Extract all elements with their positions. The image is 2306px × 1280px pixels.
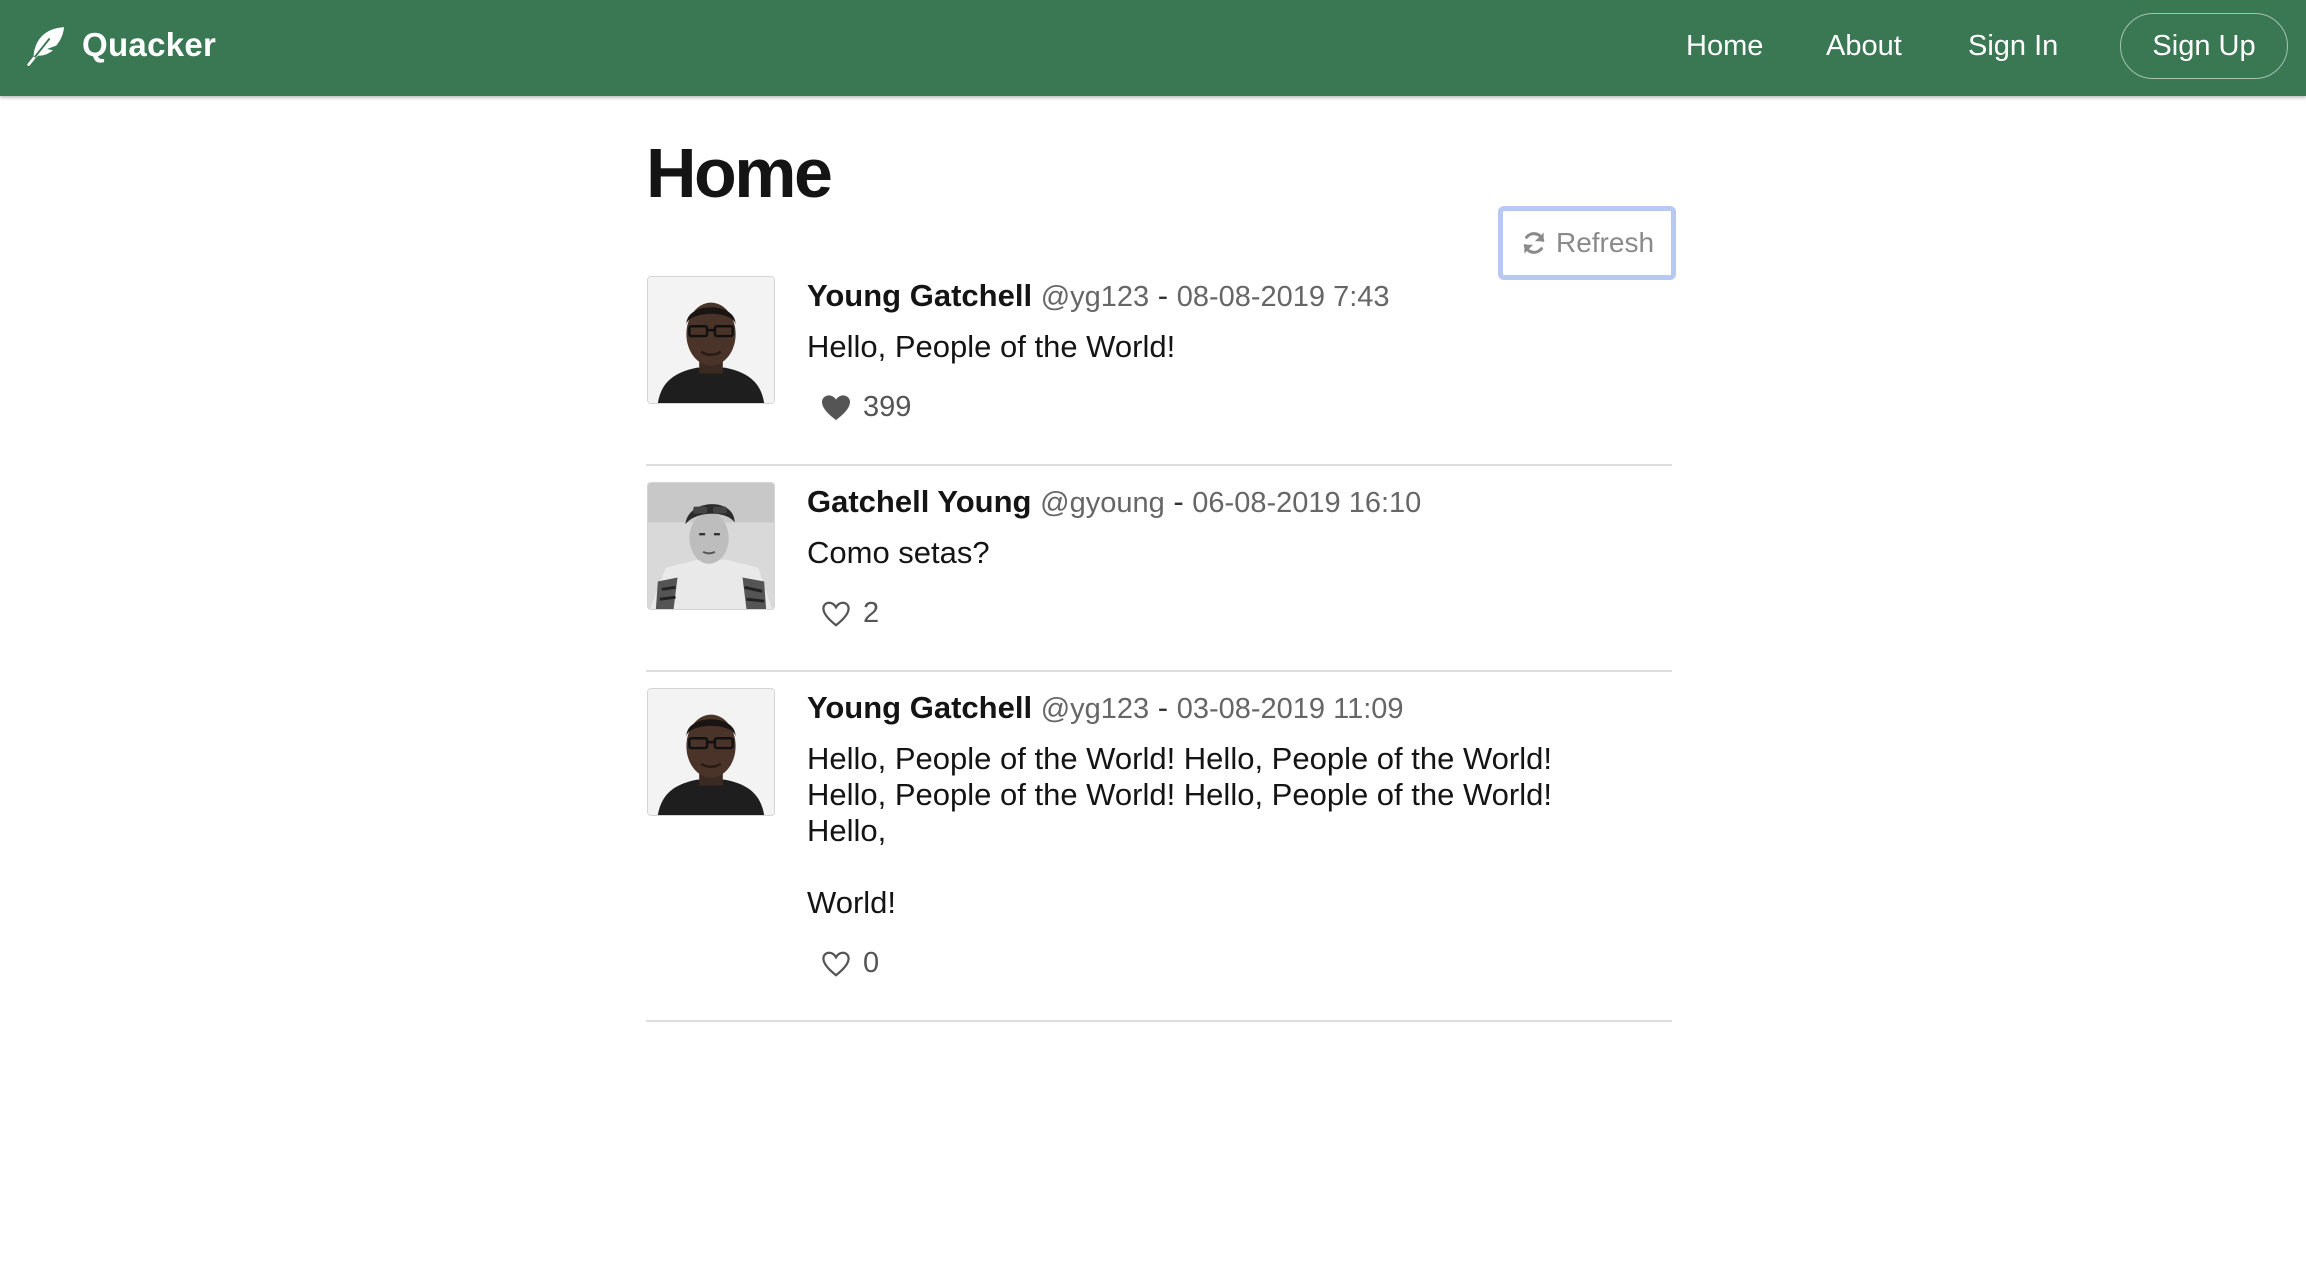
tweet-body: Young Gatchell @yg123 - 08-08-2019 7:43 … bbox=[807, 276, 1667, 424]
sign-up-button[interactable]: Sign Up bbox=[2120, 13, 2288, 79]
refresh-button[interactable]: Refresh bbox=[1498, 206, 1676, 280]
heart-filled-icon bbox=[822, 394, 850, 420]
refresh-label: Refresh bbox=[1555, 227, 1655, 258]
page-title: Home bbox=[646, 134, 833, 212]
tweet-item: Young Gatchell @yg123 - 08-08-2019 7:43 … bbox=[646, 276, 1672, 466]
brand-link[interactable]: Quacker bbox=[26, 24, 216, 66]
nav-about-link[interactable]: About bbox=[1826, 28, 1902, 64]
tweet-item: Gatchell Young @gyoung - 06-08-2019 16:1… bbox=[646, 482, 1672, 672]
tweet-text: Hello, People of the World! Hello, Peopl… bbox=[807, 741, 1552, 920]
tweet-text: Hello, People of the World! bbox=[807, 329, 1176, 364]
tweet-header: Young Gatchell @yg123 - 03-08-2019 11:09 bbox=[807, 688, 1667, 729]
separator: - bbox=[1157, 690, 1169, 725]
tweet-item: Young Gatchell @yg123 - 03-08-2019 11:09… bbox=[646, 688, 1672, 1022]
avatar[interactable] bbox=[647, 276, 775, 404]
avatar-image bbox=[648, 689, 774, 815]
author-name[interactable]: Young Gatchell bbox=[807, 278, 1032, 313]
like-button[interactable]: 2 bbox=[821, 597, 1667, 630]
feather-icon bbox=[27, 27, 65, 66]
like-button[interactable]: 0 bbox=[821, 947, 1667, 980]
avatar[interactable] bbox=[647, 482, 775, 610]
tweet-header: Young Gatchell @yg123 - 08-08-2019 7:43 bbox=[807, 276, 1667, 317]
brand-name: Quacker bbox=[82, 26, 217, 63]
separator: - bbox=[1157, 278, 1169, 313]
tweet-body: Gatchell Young @gyoung - 06-08-2019 16:1… bbox=[807, 482, 1667, 630]
tweet-date: 03-08-2019 11:09 bbox=[1176, 693, 1404, 725]
author-handle[interactable]: @yg123 bbox=[1041, 693, 1149, 725]
author-handle[interactable]: @gyoung bbox=[1040, 487, 1165, 519]
author-name[interactable]: Young Gatchell bbox=[807, 690, 1032, 725]
refresh-icon bbox=[1523, 232, 1545, 254]
author-handle[interactable]: @yg123 bbox=[1041, 281, 1149, 313]
tweet-header: Gatchell Young @gyoung - 06-08-2019 16:1… bbox=[807, 482, 1667, 523]
tweet-date: 06-08-2019 16:10 bbox=[1192, 487, 1422, 519]
heart-outline-icon bbox=[822, 601, 850, 627]
like-count: 2 bbox=[863, 597, 880, 629]
like-button[interactable]: 399 bbox=[821, 391, 1667, 424]
tweet-body: Young Gatchell @yg123 - 03-08-2019 11:09… bbox=[807, 688, 1667, 980]
like-count: 0 bbox=[863, 947, 880, 979]
avatar[interactable] bbox=[647, 688, 775, 816]
like-count: 399 bbox=[863, 391, 912, 423]
avatar-image bbox=[648, 277, 774, 403]
heart-outline-icon bbox=[822, 951, 850, 977]
separator: - bbox=[1173, 484, 1184, 519]
tweet-text: Como setas? bbox=[807, 535, 990, 570]
tweet-date: 08-08-2019 7:43 bbox=[1176, 281, 1390, 313]
navbar: Quacker Home About Sign In Sign Up bbox=[0, 0, 2306, 96]
author-name[interactable]: Gatchell Young bbox=[807, 484, 1032, 519]
nav-home-link[interactable]: Home bbox=[1686, 28, 1763, 64]
nav-sign-in-link[interactable]: Sign In bbox=[1968, 28, 2058, 64]
avatar-image bbox=[648, 483, 774, 609]
